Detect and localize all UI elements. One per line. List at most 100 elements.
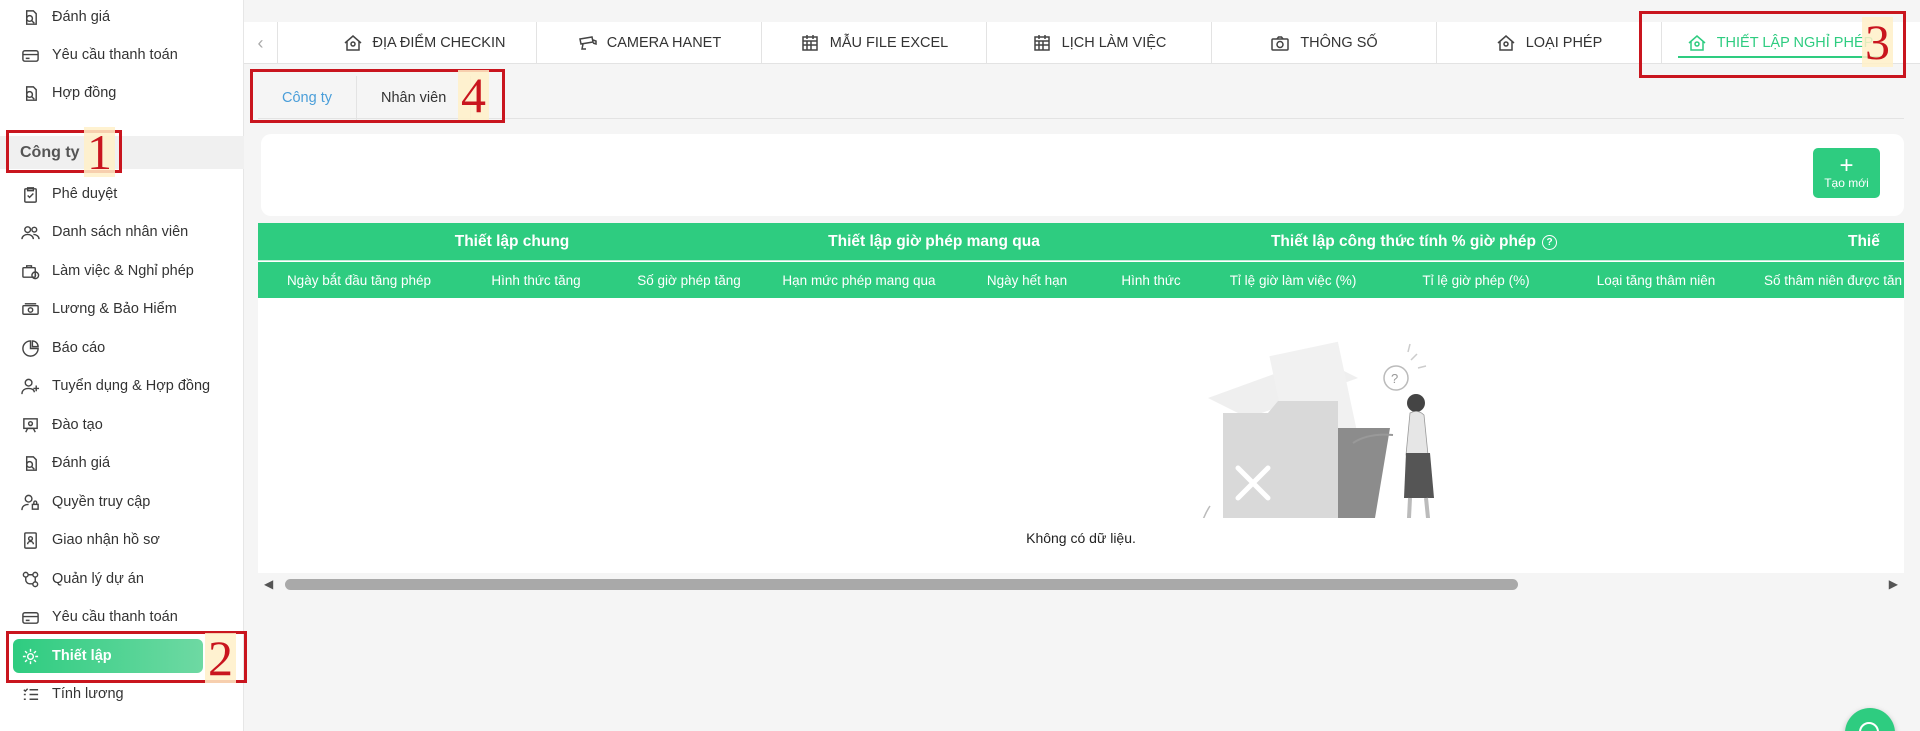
group-header-label: Thiế bbox=[1848, 233, 1880, 250]
column-header[interactable]: Số thâm niên được tăn bbox=[1764, 262, 1904, 298]
scroll-left-arrow-icon[interactable]: ◀ bbox=[264, 577, 273, 591]
column-header[interactable]: Ngày hết hạn bbox=[952, 262, 1102, 298]
create-new-label: Tạo mới bbox=[1824, 176, 1869, 190]
clipboard-check-icon bbox=[20, 184, 40, 204]
contract-icon bbox=[20, 83, 40, 103]
user-plus-icon bbox=[20, 376, 40, 396]
sidebar-item-label: Yêu cầu thanh toán bbox=[52, 609, 178, 625]
scrollbar-thumb[interactable] bbox=[285, 579, 1518, 590]
tab-label: THÔNG SỐ bbox=[1300, 35, 1378, 51]
group-header-label: Thiết lập công thức tính % giờ phép bbox=[1270, 233, 1537, 250]
leave-type-icon bbox=[1497, 35, 1515, 51]
annotation-number-1: 1 bbox=[84, 127, 115, 177]
group-header-label: Thiết lập giờ phép mang qua bbox=[828, 233, 1040, 250]
column-header[interactable]: Tỉ lệ giờ làm việc (%) bbox=[1200, 262, 1386, 298]
review-icon bbox=[20, 7, 40, 27]
tab-parameters[interactable]: THÔNG SỐ bbox=[1212, 22, 1437, 64]
sidebar: Đánh giá Yêu cầu thanh toán Hợp đồng Côn… bbox=[0, 0, 244, 731]
column-header[interactable]: Ngày bắt đầu tăng phép bbox=[258, 262, 460, 298]
pie-chart-icon bbox=[20, 338, 40, 358]
sidebar-item-label: Phê duyệt bbox=[52, 186, 118, 202]
table-column-header-row: Ngày bắt đầu tăng phép Hình thức tăng Số… bbox=[258, 262, 1904, 298]
sidebar-item-work-leave[interactable]: Làm việc & Nghỉ phép bbox=[20, 256, 194, 286]
sidebar-item-reports[interactable]: Báo cáo bbox=[20, 333, 105, 363]
tab-excel-template[interactable]: MẪU FILE EXCEL bbox=[762, 22, 987, 64]
column-header-label: Ngày bắt đầu tăng phép bbox=[286, 272, 432, 288]
tab-leave-types[interactable]: LOẠI PHÉP bbox=[1437, 22, 1662, 64]
sidebar-item-label: Lương & Bảo Hiểm bbox=[52, 301, 177, 317]
tab-label: MẪU FILE EXCEL bbox=[829, 35, 949, 51]
id-card-icon bbox=[20, 530, 40, 550]
tab-scroll-left-button[interactable]: ‹ bbox=[244, 22, 278, 64]
sidebar-item-label: Quyền truy cập bbox=[52, 494, 151, 510]
briefcase-icon bbox=[20, 261, 40, 281]
sidebar-item-label: Giao nhận hồ sơ bbox=[52, 532, 160, 548]
sidebar-item-training[interactable]: Đào tạo bbox=[20, 410, 103, 440]
sidebar-item-approval[interactable]: Phê duyệt bbox=[20, 179, 117, 209]
create-new-button[interactable]: + Tạo mới bbox=[1813, 148, 1880, 198]
column-header-label: Hình thức tăng bbox=[491, 272, 581, 288]
sidebar-item-label: Tính lương bbox=[52, 686, 124, 702]
sidebar-item-label: Yêu cầu thanh toán bbox=[52, 47, 178, 63]
group-header-more: Thiế bbox=[1848, 223, 1904, 261]
sidebar-item-employees[interactable]: Danh sách nhân viên bbox=[20, 217, 188, 247]
column-header-label: Hình thức bbox=[1121, 272, 1181, 288]
sidebar-item-salary-insurance[interactable]: Lương & Bảo Hiểm bbox=[20, 294, 177, 324]
sidebar-item-review-top[interactable]: Đánh giá bbox=[20, 2, 110, 32]
scroll-right-arrow-icon[interactable]: ▶ bbox=[1889, 577, 1898, 591]
sidebar-item-access[interactable]: Quyền truy cập bbox=[20, 487, 150, 517]
column-header[interactable]: Hạn mức phép mang qua bbox=[766, 262, 952, 298]
sidebar-item-label: Quản lý dự án bbox=[52, 571, 144, 587]
column-header-label: Số thâm niên được tăn bbox=[1764, 272, 1902, 288]
users-icon bbox=[20, 222, 40, 242]
annotation-number-2: 2 bbox=[205, 633, 236, 683]
group-header-carryover: Thiết lập giờ phép mang qua bbox=[766, 223, 1102, 261]
column-header[interactable]: Tỉ lệ giờ phép (%) bbox=[1386, 262, 1566, 298]
column-header[interactable]: Loại tăng thâm niên bbox=[1566, 262, 1746, 298]
payment-request-icon bbox=[20, 45, 40, 65]
empty-state-text: Không có dữ liệu. bbox=[1026, 530, 1136, 546]
table-group-header-row: Thiết lập chung Thiết lập giờ phép mang … bbox=[258, 223, 1904, 261]
plus-icon: + bbox=[1839, 152, 1854, 179]
sidebar-item-documents[interactable]: Giao nhận hồ sơ bbox=[20, 525, 160, 555]
tab-label: ĐỊA ĐIỂM CHECKIN bbox=[372, 35, 506, 51]
annotation-number-4: 4 bbox=[458, 70, 489, 120]
toolbar-card: + Tạo mới bbox=[261, 134, 1904, 216]
tab-label: LOẠI PHÉP bbox=[1525, 35, 1603, 51]
floating-action-button[interactable] bbox=[1845, 708, 1895, 731]
money-icon bbox=[20, 299, 40, 319]
sidebar-item-label: Đào tạo bbox=[52, 417, 103, 433]
column-header-label: Ngày hết hạn bbox=[986, 272, 1068, 288]
sidebar-item-recruitment[interactable]: Tuyển dụng & Hợp đồng bbox=[20, 371, 210, 401]
help-icon[interactable]: ? bbox=[1542, 234, 1558, 250]
sidebar-item-review[interactable]: Đánh giá bbox=[20, 448, 110, 478]
tab-checkin-location[interactable]: ĐỊA ĐIỂM CHECKIN bbox=[312, 22, 537, 64]
horizontal-scrollbar[interactable]: ◀ ▶ bbox=[258, 575, 1904, 593]
sidebar-item-payroll[interactable]: Tính lương bbox=[20, 679, 124, 709]
leave-setup-table: Thiết lập chung Thiết lập giờ phép mang … bbox=[258, 223, 1904, 573]
sidebar-item-label: Làm việc & Nghỉ phép bbox=[52, 263, 194, 279]
camera-icon bbox=[578, 36, 597, 50]
sidebar-item-payment[interactable]: Yêu cầu thanh toán bbox=[20, 602, 178, 632]
tab-label: CAMERA HANET bbox=[606, 35, 722, 51]
column-header[interactable]: Hình thức bbox=[1102, 262, 1200, 298]
sidebar-item-label: Báo cáo bbox=[52, 340, 106, 356]
sidebar-item-contract-top[interactable]: Hợp đồng bbox=[20, 78, 116, 108]
column-header[interactable]: Số giờ phép tăng bbox=[612, 262, 766, 298]
column-header-label: Số giờ phép tăng bbox=[637, 272, 741, 288]
column-header-label: Tỉ lệ giờ phép (%) bbox=[1422, 272, 1530, 288]
column-header-label: Hạn mức phép mang qua bbox=[782, 272, 936, 288]
sidebar-item-projects[interactable]: Quản lý dự án bbox=[20, 564, 144, 594]
photo-camera-icon bbox=[1271, 36, 1290, 51]
empty-state: ? Không có dữ liệu. bbox=[258, 298, 1904, 558]
group-header-formula: Thiết lập công thức tính % giờ phép ? bbox=[1102, 223, 1726, 261]
user-lock-icon bbox=[20, 492, 40, 512]
sidebar-item-payment-top[interactable]: Yêu cầu thanh toán bbox=[20, 40, 178, 70]
empty-folder-illustration: ? bbox=[1202, 341, 1434, 518]
column-header-label: Tỉ lệ giờ làm việc (%) bbox=[1229, 272, 1357, 288]
column-header[interactable]: Hình thức tăng bbox=[460, 262, 612, 298]
review-icon bbox=[20, 453, 40, 473]
tab-work-schedule[interactable]: LỊCH LÀM VIỆC bbox=[987, 22, 1212, 64]
tab-camera-hanet[interactable]: CAMERA HANET bbox=[537, 22, 762, 64]
calendar-grid-icon bbox=[802, 35, 818, 51]
